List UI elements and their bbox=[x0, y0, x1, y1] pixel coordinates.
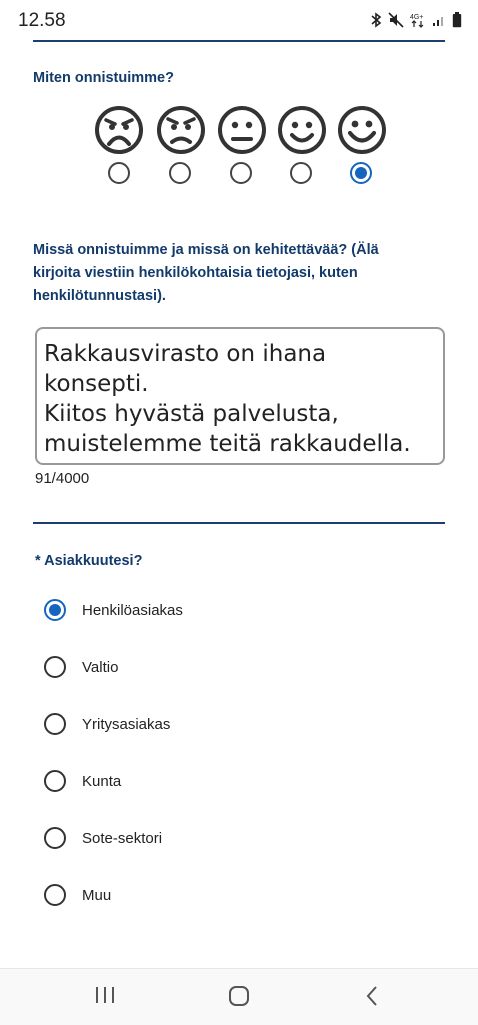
customer-option-muu[interactable]: Muu bbox=[44, 882, 111, 908]
feedback-text-line: Rakkausvirasto on ihana konsepti. bbox=[44, 341, 327, 397]
signal-icon bbox=[433, 17, 443, 26]
sad-face-icon bbox=[157, 106, 205, 154]
svg-text:4G+: 4G+ bbox=[410, 14, 423, 21]
radio-button[interactable] bbox=[44, 713, 66, 735]
status-icons: 4G+ bbox=[370, 12, 462, 28]
feedback-textarea[interactable]: Rakkausvirasto on ihana konsepti. Kiitos… bbox=[35, 327, 445, 465]
radio-button[interactable] bbox=[44, 599, 66, 621]
section-divider bbox=[33, 522, 445, 524]
option-label: Yritysasiakas bbox=[82, 715, 171, 733]
battery-icon bbox=[452, 12, 462, 28]
rating-radio-2[interactable] bbox=[169, 162, 191, 184]
navigation-bar bbox=[0, 968, 478, 1025]
option-label: Valtio bbox=[82, 658, 119, 676]
very-happy-face-icon bbox=[338, 106, 386, 154]
feedback-question: Missä onnistuimme ja missä on kehitettäv… bbox=[33, 239, 453, 308]
happy-face-icon bbox=[278, 106, 326, 154]
customer-question: * Asiakkuutesi? bbox=[35, 553, 143, 569]
radio-button[interactable] bbox=[44, 656, 66, 678]
recent-apps-icon[interactable] bbox=[94, 985, 116, 1005]
4g-icon: 4G+ bbox=[410, 14, 423, 28]
rating-radio-4[interactable] bbox=[290, 162, 312, 184]
very-sad-face-icon bbox=[95, 106, 143, 154]
feedback-question-line: Missä onnistuimme ja missä on kehitettäv… bbox=[33, 242, 379, 258]
customer-option-kunta[interactable]: Kunta bbox=[44, 768, 121, 794]
neutral-face-icon bbox=[218, 106, 266, 154]
customer-option-henkiloasiakas[interactable]: Henkilöasiakas bbox=[44, 597, 183, 623]
feedback-text-line: muistelemme teitä rakkaudella. bbox=[44, 431, 411, 457]
customer-option-sote-sektori[interactable]: Sote-sektori bbox=[44, 825, 162, 851]
mute-icon bbox=[388, 12, 404, 28]
radio-button[interactable] bbox=[44, 770, 66, 792]
rating-scale bbox=[93, 104, 393, 194]
rating-radio-5[interactable] bbox=[350, 162, 372, 184]
option-label: Sote-sektori bbox=[82, 829, 163, 847]
customer-option-valtio[interactable]: Valtio bbox=[44, 654, 118, 680]
rating-radio-3[interactable] bbox=[230, 162, 252, 184]
status-bar: 12.58 4G+ bbox=[0, 0, 478, 40]
option-label: Henkilöasiakas bbox=[82, 601, 183, 619]
option-label: Kunta bbox=[82, 772, 122, 790]
back-icon[interactable] bbox=[364, 985, 380, 1007]
status-time: 12.58 bbox=[18, 10, 66, 31]
option-label: Muu bbox=[82, 886, 112, 904]
character-counter: 91/4000 bbox=[35, 470, 90, 487]
feedback-question-line: henkilötunnustasi). bbox=[33, 288, 166, 304]
rating-radio-1[interactable] bbox=[108, 162, 130, 184]
home-icon[interactable] bbox=[228, 985, 250, 1007]
customer-option-yritysasiakas[interactable]: Yritysasiakas bbox=[44, 711, 170, 737]
bluetooth-icon bbox=[371, 12, 382, 28]
feedback-question-line: kirjoita viestiin henkilökohtaisia tieto… bbox=[33, 265, 358, 281]
radio-button[interactable] bbox=[44, 884, 66, 906]
rating-question: Miten onnistuimme? bbox=[33, 70, 174, 86]
radio-button[interactable] bbox=[44, 827, 66, 849]
top-divider bbox=[33, 40, 445, 42]
feedback-text-line: Kiitos hyvästä palvelusta, bbox=[44, 401, 339, 427]
